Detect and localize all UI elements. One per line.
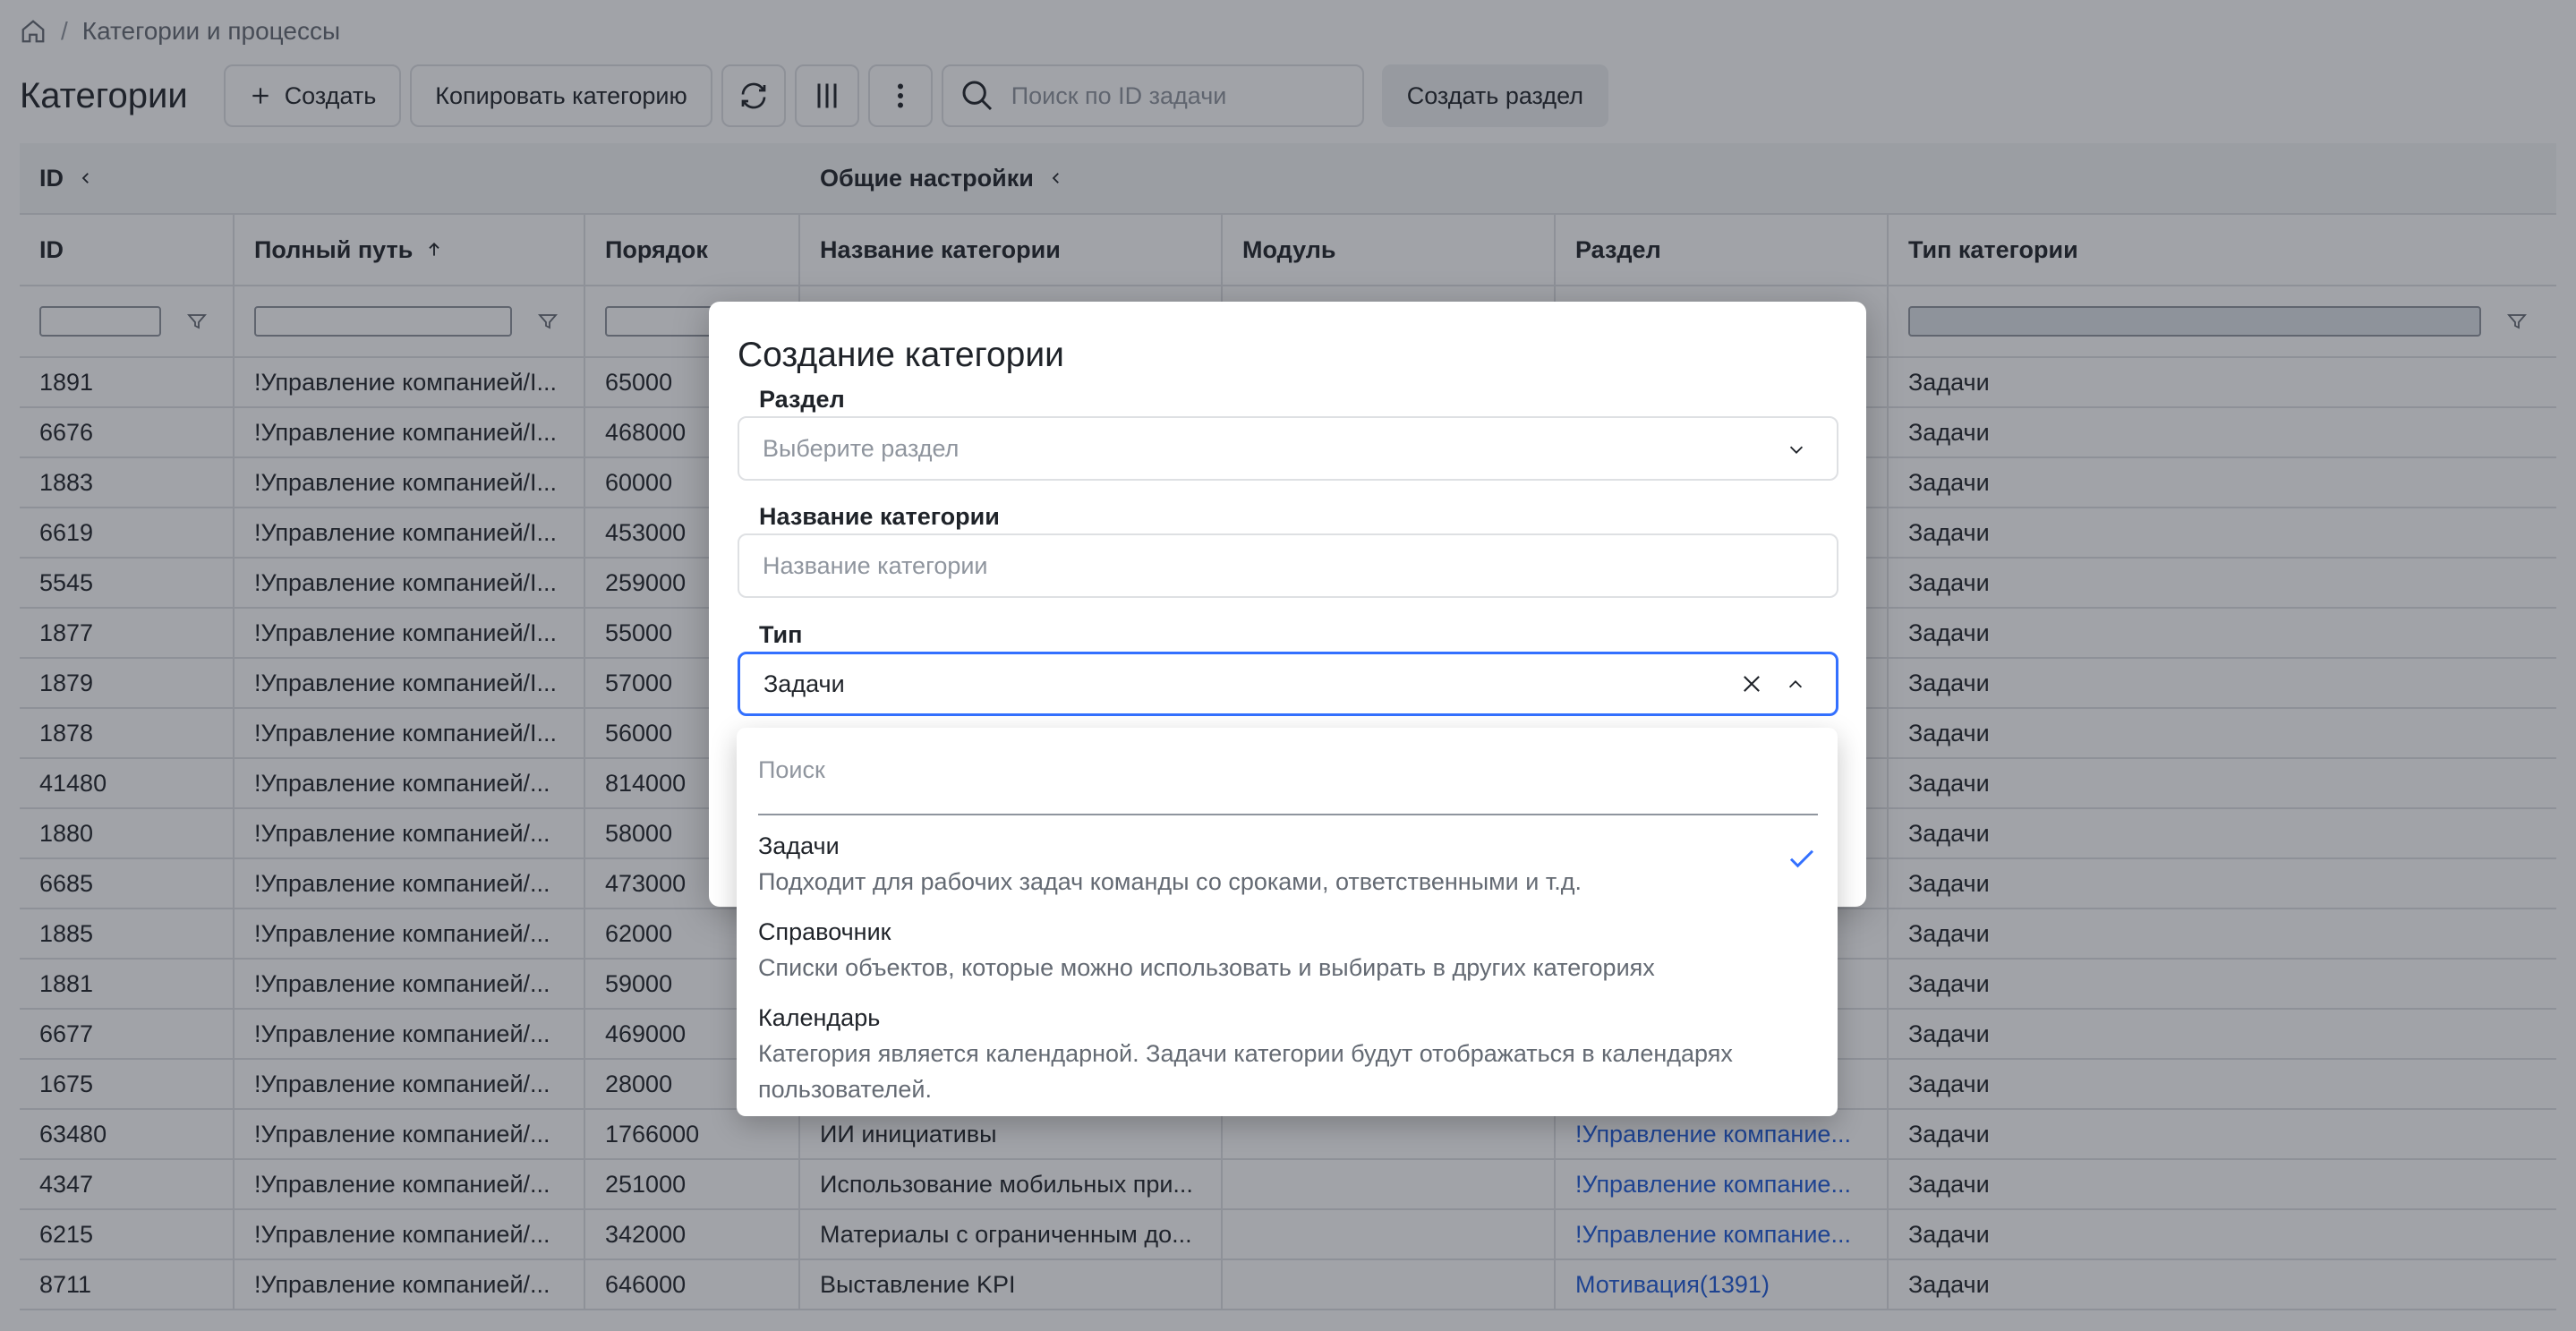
type-select[interactable]: Задачи — [738, 652, 1838, 716]
option-title: Задачи — [758, 832, 840, 859]
type-value: Задачи — [763, 670, 845, 697]
option-description: Подходит для рабочих задач команды со ср… — [758, 868, 1582, 895]
option-description: Категория является календарной. Задачи к… — [758, 1040, 1733, 1103]
type-option-tasks[interactable]: Задачи Подходит для рабочих задач команд… — [758, 828, 1818, 900]
chevron-down-icon — [1789, 446, 1804, 454]
dropdown-search-placeholder: Поиск — [758, 756, 825, 783]
type-dropdown: Поиск Задачи Подходит для рабочих задач … — [737, 728, 1838, 1116]
type-label: Тип — [759, 621, 803, 648]
category-name-placeholder: Название категории — [763, 551, 988, 579]
modal-title: Создание категории — [738, 336, 1064, 374]
dropdown-search-input[interactable]: Поиск — [758, 756, 1818, 815]
option-title: Календарь — [758, 1004, 881, 1031]
category-name-input[interactable]: Название категории — [738, 533, 1838, 598]
type-option-calendar[interactable]: Календарь Категория является календарной… — [758, 1000, 1761, 1107]
clear-icon[interactable] — [1739, 671, 1764, 696]
type-option-directory[interactable]: Справочник Списки объектов, которые можн… — [758, 914, 1818, 985]
section-placeholder: Выберите раздел — [763, 434, 960, 462]
section-label: Раздел — [759, 386, 845, 413]
chevron-up-icon[interactable] — [1786, 675, 1805, 695]
category-name-label: Название категории — [759, 503, 1000, 530]
option-title: Справочник — [758, 918, 891, 945]
option-description: Списки объектов, которые можно использов… — [758, 954, 1655, 981]
check-icon — [1789, 849, 1814, 868]
section-select[interactable]: Выберите раздел — [738, 416, 1838, 481]
